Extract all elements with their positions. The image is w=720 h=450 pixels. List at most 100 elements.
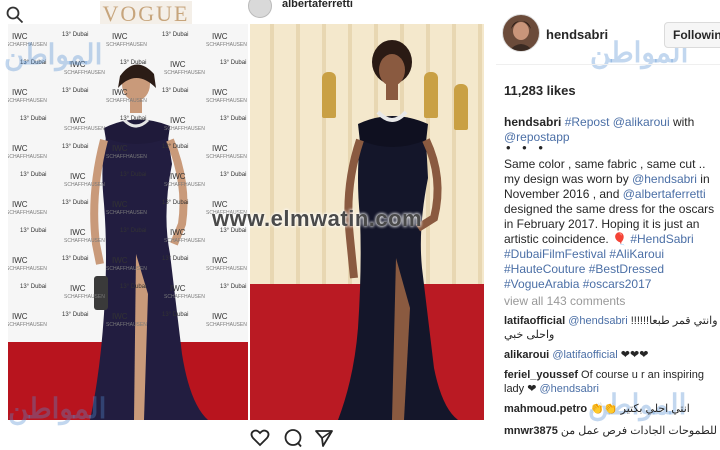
comment-icon[interactable] xyxy=(283,428,303,448)
dubai-film-festival-logo: 13° Dubai xyxy=(220,116,247,122)
iwc-logo-subtitle: SCHAFFHAUSEN xyxy=(206,322,247,328)
caption-hashtag[interactable]: #DubaiFilmFestival xyxy=(504,247,609,261)
dubai-film-festival-logo: 13° Dubai xyxy=(120,228,147,234)
caption-dots: • • • xyxy=(506,140,547,155)
iwc-logo: IWC xyxy=(112,144,128,153)
iwc-logo-subtitle: SCHAFFHAUSEN xyxy=(164,126,205,132)
caption-hashtag[interactable]: #HauteCouture xyxy=(504,262,589,276)
iwc-logo-subtitle: SCHAFFHAUSEN xyxy=(164,182,205,188)
iwc-logo-subtitle: SCHAFFHAUSEN xyxy=(64,294,105,300)
comment-username[interactable]: latifaofficial xyxy=(504,315,565,327)
comment-mention[interactable]: @hendsabri xyxy=(568,315,627,327)
iwc-logo-subtitle: SCHAFFHAUSEN xyxy=(106,210,147,216)
iwc-logo-subtitle: SCHAFFHAUSEN xyxy=(8,322,47,328)
dubai-film-festival-logo: 13° Dubai xyxy=(120,60,147,66)
iwc-logo-subtitle: SCHAFFHAUSEN xyxy=(64,238,105,244)
iwc-logo: IWC xyxy=(70,228,86,237)
dubai-film-festival-logo: 13° Dubai xyxy=(62,200,89,206)
share-icon[interactable] xyxy=(314,428,334,448)
iwc-logo-subtitle: SCHAFFHAUSEN xyxy=(8,154,47,160)
comment-mention[interactable]: @hendsabri xyxy=(540,383,599,395)
caption-hashtag[interactable]: #Repost xyxy=(565,115,610,129)
dubai-film-festival-logo: 13° Dubai xyxy=(62,144,89,150)
comment-username[interactable]: mahmoud.petro xyxy=(504,403,587,415)
search-icon[interactable] xyxy=(6,6,24,24)
iwc-logo: IWC xyxy=(12,312,28,321)
caption-mention[interactable]: @albertaferretti xyxy=(623,187,706,201)
iwc-logo: IWC xyxy=(112,32,128,41)
iwc-logo-subtitle: SCHAFFHAUSEN xyxy=(206,154,247,160)
iwc-logo: IWC xyxy=(70,172,86,181)
comment-item: latifaofficial @hendsabri وانتي قمر طبعا… xyxy=(504,314,718,342)
iwc-logo-subtitle: SCHAFFHAUSEN xyxy=(206,42,247,48)
comment-item: mahmoud.petro انتي احلي بكتير 👏👏 xyxy=(504,402,718,416)
comment-mention[interactable]: @latifaofficial xyxy=(552,349,617,361)
comment-item: mnwr3875 للطموحات الجادات فرص عمل من xyxy=(504,424,718,438)
caption-hashtag[interactable]: #BestDressed xyxy=(589,262,664,276)
iwc-logo: IWC xyxy=(170,60,186,69)
dubai-film-festival-logo: 13° Dubai xyxy=(220,172,247,178)
iwc-logo-subtitle: SCHAFFHAUSEN xyxy=(106,322,147,328)
comment-username[interactable]: mnwr3875 xyxy=(504,425,558,437)
dubai-film-festival-logo: 13° Dubai xyxy=(162,312,189,318)
caption-mention[interactable]: @alikaroui xyxy=(613,115,670,129)
iwc-logo: IWC xyxy=(212,144,228,153)
dubai-film-festival-logo: 13° Dubai xyxy=(162,200,189,206)
caption-hashtag[interactable]: #HendSabri xyxy=(630,232,693,246)
watermark-logo: المواطن xyxy=(8,393,107,424)
likes-count[interactable]: 11,283 likes xyxy=(504,83,576,98)
caption-hashtag[interactable]: #AliKaroui xyxy=(609,247,664,261)
caption-hashtag[interactable]: #oscars2017 xyxy=(583,277,652,291)
iwc-logo: IWC xyxy=(112,88,128,97)
watermark-url: www.elmwatin.com xyxy=(212,206,423,231)
dubai-film-festival-logo: 13° Dubai xyxy=(62,312,89,318)
iwc-logo-subtitle: SCHAFFHAUSEN xyxy=(106,266,147,272)
iwc-logo-subtitle: SCHAFFHAUSEN xyxy=(106,154,147,160)
iwc-logo-subtitle: SCHAFFHAUSEN xyxy=(106,98,147,104)
comment-text: انتي احلي بكتير 👏👏 xyxy=(590,403,690,415)
iwc-logo-subtitle: SCHAFFHAUSEN xyxy=(206,98,247,104)
caption-mention[interactable]: @hendsabri xyxy=(632,172,697,186)
comment-username[interactable]: alikaroui xyxy=(504,349,549,361)
iwc-logo: IWC xyxy=(112,256,128,265)
iwc-logo: IWC xyxy=(170,284,186,293)
dubai-film-festival-logo: 13° Dubai xyxy=(20,228,47,234)
iwc-logo-subtitle: SCHAFFHAUSEN xyxy=(8,98,47,104)
dubai-film-festival-logo: 13° Dubai xyxy=(120,284,147,290)
dubai-film-festival-logo: 13° Dubai xyxy=(162,144,189,150)
iwc-logo: IWC xyxy=(112,200,128,209)
top-username[interactable]: albertaferretti xyxy=(282,0,353,10)
caption-text: with xyxy=(672,115,695,129)
iwc-logo: IWC xyxy=(212,312,228,321)
dubai-film-festival-logo: 13° Dubai xyxy=(162,32,189,38)
divider xyxy=(496,64,720,65)
caption-author[interactable]: hendsabri xyxy=(504,115,561,129)
post-author-username[interactable]: hendsabri xyxy=(546,27,608,42)
iwc-logo: IWC xyxy=(12,144,28,153)
caption-hashtag[interactable]: #VogueArabia xyxy=(504,277,583,291)
iwc-logo-subtitle: SCHAFFHAUSEN xyxy=(64,182,105,188)
dubai-film-festival-logo: 13° Dubai xyxy=(62,256,89,262)
dubai-film-festival-logo: 13° Dubai xyxy=(162,88,189,94)
iwc-logo: IWC xyxy=(12,88,28,97)
following-button[interactable]: Followin xyxy=(664,22,720,48)
woman-in-gown-left xyxy=(90,64,208,420)
iwc-logo-subtitle: SCHAFFHAUSEN xyxy=(106,42,147,48)
comment-text: للطموحات الجادات فرص عمل من xyxy=(560,425,717,437)
iwc-logo-subtitle: SCHAFFHAUSEN xyxy=(164,294,205,300)
heart-icon[interactable] xyxy=(250,428,270,448)
iwc-logo: IWC xyxy=(70,116,86,125)
comment-item: alikaroui @latifaofficial ❤❤❤ xyxy=(504,348,718,362)
iwc-logo: IWC xyxy=(170,228,186,237)
dubai-film-festival-logo: 13° Dubai xyxy=(120,116,147,122)
dubai-film-festival-logo: 13° Dubai xyxy=(62,88,89,94)
comment-username[interactable]: feriel_youssef xyxy=(504,369,578,381)
iwc-logo-subtitle: SCHAFFHAUSEN xyxy=(8,210,47,216)
dubai-film-festival-logo: 13° Dubai xyxy=(220,284,247,290)
view-all-comments-link[interactable]: view all 143 comments xyxy=(504,294,625,308)
avatar[interactable] xyxy=(502,14,540,52)
dubai-film-festival-logo: 13° Dubai xyxy=(20,116,47,122)
dubai-film-festival-logo: 13° Dubai xyxy=(120,172,147,178)
iwc-logo: IWC xyxy=(70,284,86,293)
dubai-film-festival-logo: 13° Dubai xyxy=(20,172,47,178)
